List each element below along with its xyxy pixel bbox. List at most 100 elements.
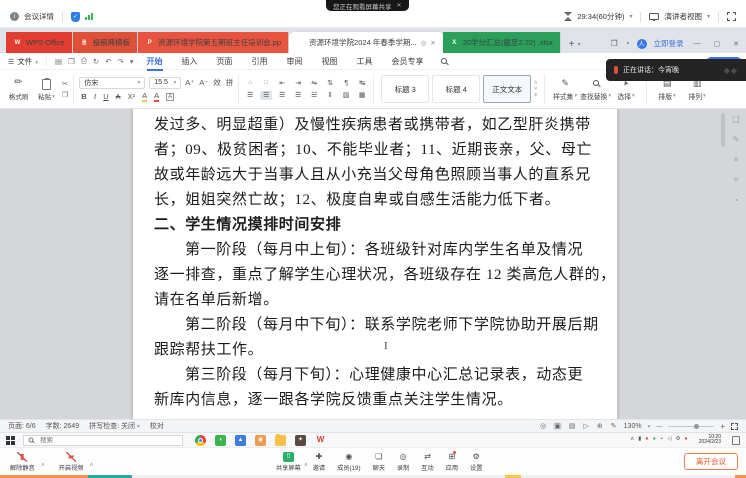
copy-icon[interactable]: ❐	[62, 91, 68, 99]
decrease-indent-icon[interactable]: ⇤	[276, 79, 288, 88]
taskbar-clock[interactable]: 10:20 2024/2/23	[699, 435, 721, 446]
theme-icon[interactable]	[625, 39, 630, 48]
cut-icon[interactable]: ✂	[62, 80, 68, 88]
font-size-select[interactable]: 15.5	[149, 77, 181, 89]
minimize-button[interactable]	[691, 40, 704, 47]
style-gallery-stepper[interactable]	[534, 81, 537, 98]
file-explorer-icon[interactable]	[275, 435, 286, 446]
superscript-icon[interactable]: X²	[128, 92, 136, 101]
fit-page-icon[interactable]	[731, 423, 738, 430]
bold-icon[interactable]: B	[81, 92, 86, 101]
zoom-level[interactable]: 130%	[624, 423, 642, 430]
tray-qq-icon[interactable]: ●	[645, 437, 648, 443]
chevron-down-icon[interactable]	[648, 423, 651, 430]
zoom-slider-thumb[interactable]	[694, 424, 699, 429]
style-heading-3[interactable]: 标题 3	[381, 75, 429, 103]
tray-mic-icon[interactable]: ▮	[638, 437, 641, 443]
read-mode-icon[interactable]: ▷	[583, 422, 590, 430]
tencent-meeting-icon[interactable]: ◉	[255, 435, 266, 446]
edit-panel-icon[interactable]: ✎	[733, 135, 740, 144]
tab-credits-xlsx[interactable]: X 20学分汇总(截至2.22) .xlsx	[443, 32, 561, 53]
increase-indent-icon[interactable]: ⇥	[292, 79, 304, 88]
redo-icon[interactable]: ↷	[117, 57, 123, 66]
record-button[interactable]: ◎ 录制	[397, 452, 409, 472]
tab-training-ppt[interactable]: P 资源环境学院第五期班主任培训会.pp	[138, 32, 289, 53]
spell-check-status[interactable]: 拼写检查: 关闭	[89, 421, 140, 431]
settings-button[interactable]: ⚙ 设置	[470, 452, 482, 472]
tab-template-doc[interactable]: ≣ 投稿典模板	[73, 32, 139, 53]
menu-item-page[interactable]: 页面	[216, 54, 234, 69]
style-heading-4[interactable]: 标题 4	[432, 75, 480, 103]
tray-expand-icon[interactable]: ∧	[630, 437, 634, 443]
avatar[interactable]: 人	[637, 39, 647, 49]
start-video-button[interactable]: 开启视频	[59, 452, 92, 472]
wechat-icon[interactable]: ◖	[215, 435, 226, 446]
split-view-icon[interactable]	[610, 39, 617, 48]
meeting-details-link[interactable]: 会议详情	[24, 11, 54, 22]
share-screen-button[interactable]: ⇧ 共享屏幕	[276, 452, 301, 472]
paragraph-marks-icon[interactable]: ¶	[340, 79, 352, 88]
tab-list-icon[interactable]: ▾	[578, 41, 581, 48]
border-icon[interactable]: ▦	[356, 91, 368, 100]
invite-button[interactable]: ✚ 邀请	[313, 452, 325, 472]
distribute-icon[interactable]: ☱	[308, 91, 320, 100]
align-right-icon[interactable]: ☰	[276, 91, 288, 100]
line-break-icon[interactable]: ↹	[356, 79, 368, 88]
single-page-view-icon[interactable]: ▣	[553, 422, 562, 430]
paste-button[interactable]: 粘贴	[34, 77, 59, 101]
security-shield-icon[interactable]	[71, 12, 80, 22]
word-count[interactable]: 字数: 2649	[46, 421, 79, 431]
font-name-select[interactable]: 仿宋	[79, 77, 145, 89]
menu-item-review[interactable]: 审阅	[286, 54, 304, 69]
edit-mode-icon[interactable]: ✎	[610, 422, 618, 430]
undo-icon[interactable]: ↶	[105, 57, 111, 66]
chat-button[interactable]: ❏ 聊天	[373, 452, 385, 472]
numbered-list-icon[interactable]: ⁙	[260, 79, 272, 88]
more-icon[interactable]: ▾	[130, 57, 134, 66]
underline-icon[interactable]: U	[103, 92, 108, 101]
sort-icon[interactable]: ⇅	[324, 79, 336, 88]
zoom-slider[interactable]	[668, 426, 714, 427]
restore-button[interactable]	[711, 40, 724, 48]
print-icon[interactable]: ⎙	[81, 56, 87, 66]
shading-icon[interactable]: ▨	[340, 91, 352, 100]
apps-button[interactable]: ⊞ 应用	[446, 452, 458, 472]
line-spacing-icon[interactable]: ⇕	[324, 91, 336, 100]
menu-item-view[interactable]: 视图	[321, 54, 339, 69]
font-color-icon[interactable]: A	[154, 92, 159, 102]
tray-alert-icon[interactable]: ●	[684, 437, 687, 443]
sync-icon[interactable]: ↻	[93, 57, 99, 66]
pinyin-icon[interactable]: 拼	[226, 77, 234, 88]
save-icon[interactable]: ▤	[55, 57, 62, 66]
start-button[interactable]	[6, 436, 15, 445]
info-icon[interactable]	[10, 12, 19, 21]
wps-home-tab[interactable]: W WPS Office	[6, 32, 73, 53]
notification-icon[interactable]	[732, 436, 740, 445]
chrome-icon[interactable]	[195, 435, 206, 446]
align-left-icon[interactable]: ☰	[244, 91, 256, 100]
document-page[interactable]: 发过多、明显超重）及慢性疾病患者或携带者，如乙型肝炎携带者；09、极贫困者；10…	[133, 109, 617, 419]
taskbar-search[interactable]	[23, 435, 183, 446]
search-icon[interactable]	[441, 58, 447, 64]
italic-icon[interactable]: I	[94, 92, 97, 101]
chevron-up-icon[interactable]	[41, 453, 45, 471]
scrollbar[interactable]	[721, 113, 725, 147]
tray-settings-icon[interactable]: ⚙	[675, 437, 680, 443]
close-icon[interactable]: ✕	[397, 2, 402, 9]
highlight-color-icon[interactable]: A	[142, 92, 147, 102]
justify-icon[interactable]: ☰	[292, 91, 304, 100]
close-tab-icon[interactable]	[430, 39, 435, 47]
new-tab-button[interactable]: +	[569, 39, 575, 50]
increase-font-icon[interactable]: A⁺	[185, 78, 194, 87]
wps-app-icon[interactable]: W	[315, 435, 326, 446]
align-center-icon[interactable]: ☰	[260, 91, 272, 100]
style-body-text[interactable]: 正文文本	[483, 75, 531, 103]
web-layout-icon[interactable]: ⊕	[596, 422, 604, 430]
export-icon[interactable]: ❐	[68, 57, 75, 66]
decrease-font-icon[interactable]: A⁻	[199, 78, 208, 87]
leave-meeting-button[interactable]: 离开会议	[684, 453, 738, 470]
menu-item-tools[interactable]: 工具	[356, 54, 374, 69]
zoom-in-button[interactable]	[720, 422, 725, 431]
app-icon-dark[interactable]: ✦	[295, 435, 306, 446]
chevron-up-icon[interactable]	[89, 453, 93, 471]
